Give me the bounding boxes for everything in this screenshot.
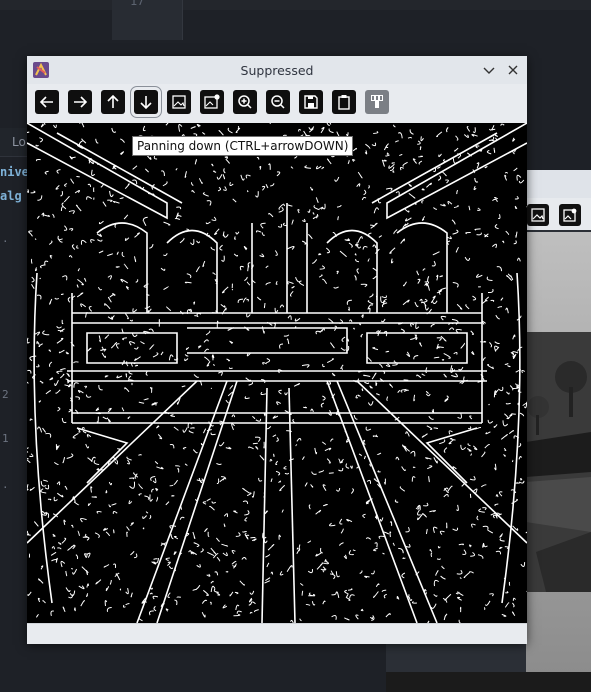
- edge-image: [27, 123, 527, 623]
- minimize-chevron-icon[interactable]: [480, 61, 498, 79]
- close-icon[interactable]: [504, 61, 522, 79]
- arrow-up-icon: [107, 94, 119, 108]
- image-icon[interactable]: [527, 204, 549, 226]
- back-button[interactable]: [35, 90, 59, 114]
- zoom-in-icon: [238, 95, 252, 109]
- window-title: Suppressed: [240, 63, 314, 78]
- line-number: 17: [130, 0, 145, 8]
- settings-icon: [371, 95, 383, 108]
- save-icon: [304, 95, 318, 109]
- gutter-mark: 1: [2, 432, 9, 445]
- gutter-mark: 2: [2, 388, 9, 401]
- code-line: nive: [0, 165, 29, 179]
- editor-tab[interactable]: Lo: [0, 128, 30, 157]
- options-button[interactable]: [365, 90, 389, 114]
- pan-down-tooltip: Panning down (CTRL+arrowDOWN): [132, 136, 354, 156]
- arrow-down-icon: [140, 96, 152, 110]
- editor-gutter: [112, 0, 183, 40]
- code-line: alg: [0, 189, 22, 203]
- pan-up-button[interactable]: [101, 90, 125, 114]
- zoom-out-button[interactable]: [266, 90, 290, 114]
- copy-button[interactable]: [332, 90, 356, 114]
- zoom-in-button[interactable]: [233, 90, 257, 114]
- edge-image-canvas[interactable]: [27, 123, 527, 623]
- forward-button[interactable]: [68, 90, 92, 114]
- gutter-mark: .: [2, 232, 9, 245]
- fit-button[interactable]: [200, 90, 224, 114]
- zoom-out-icon: [271, 95, 285, 109]
- gutter-mark: .: [2, 478, 9, 491]
- clipboard-icon: [338, 95, 350, 110]
- image-icon: [172, 95, 186, 109]
- image-adjust-icon: [204, 94, 220, 109]
- save-button[interactable]: [299, 90, 323, 114]
- editor-top-strip: [0, 0, 591, 10]
- pan-down-button[interactable]: [130, 86, 162, 118]
- editor-tab-label: Lo: [12, 135, 26, 149]
- image-adjust-icon[interactable]: [559, 204, 581, 226]
- arrow-left-icon: [39, 96, 53, 108]
- window-titlebar[interactable]: Suppressed: [27, 56, 527, 84]
- home-button[interactable]: [167, 90, 191, 114]
- status-bar: [27, 623, 527, 644]
- arrow-right-icon: [74, 96, 88, 108]
